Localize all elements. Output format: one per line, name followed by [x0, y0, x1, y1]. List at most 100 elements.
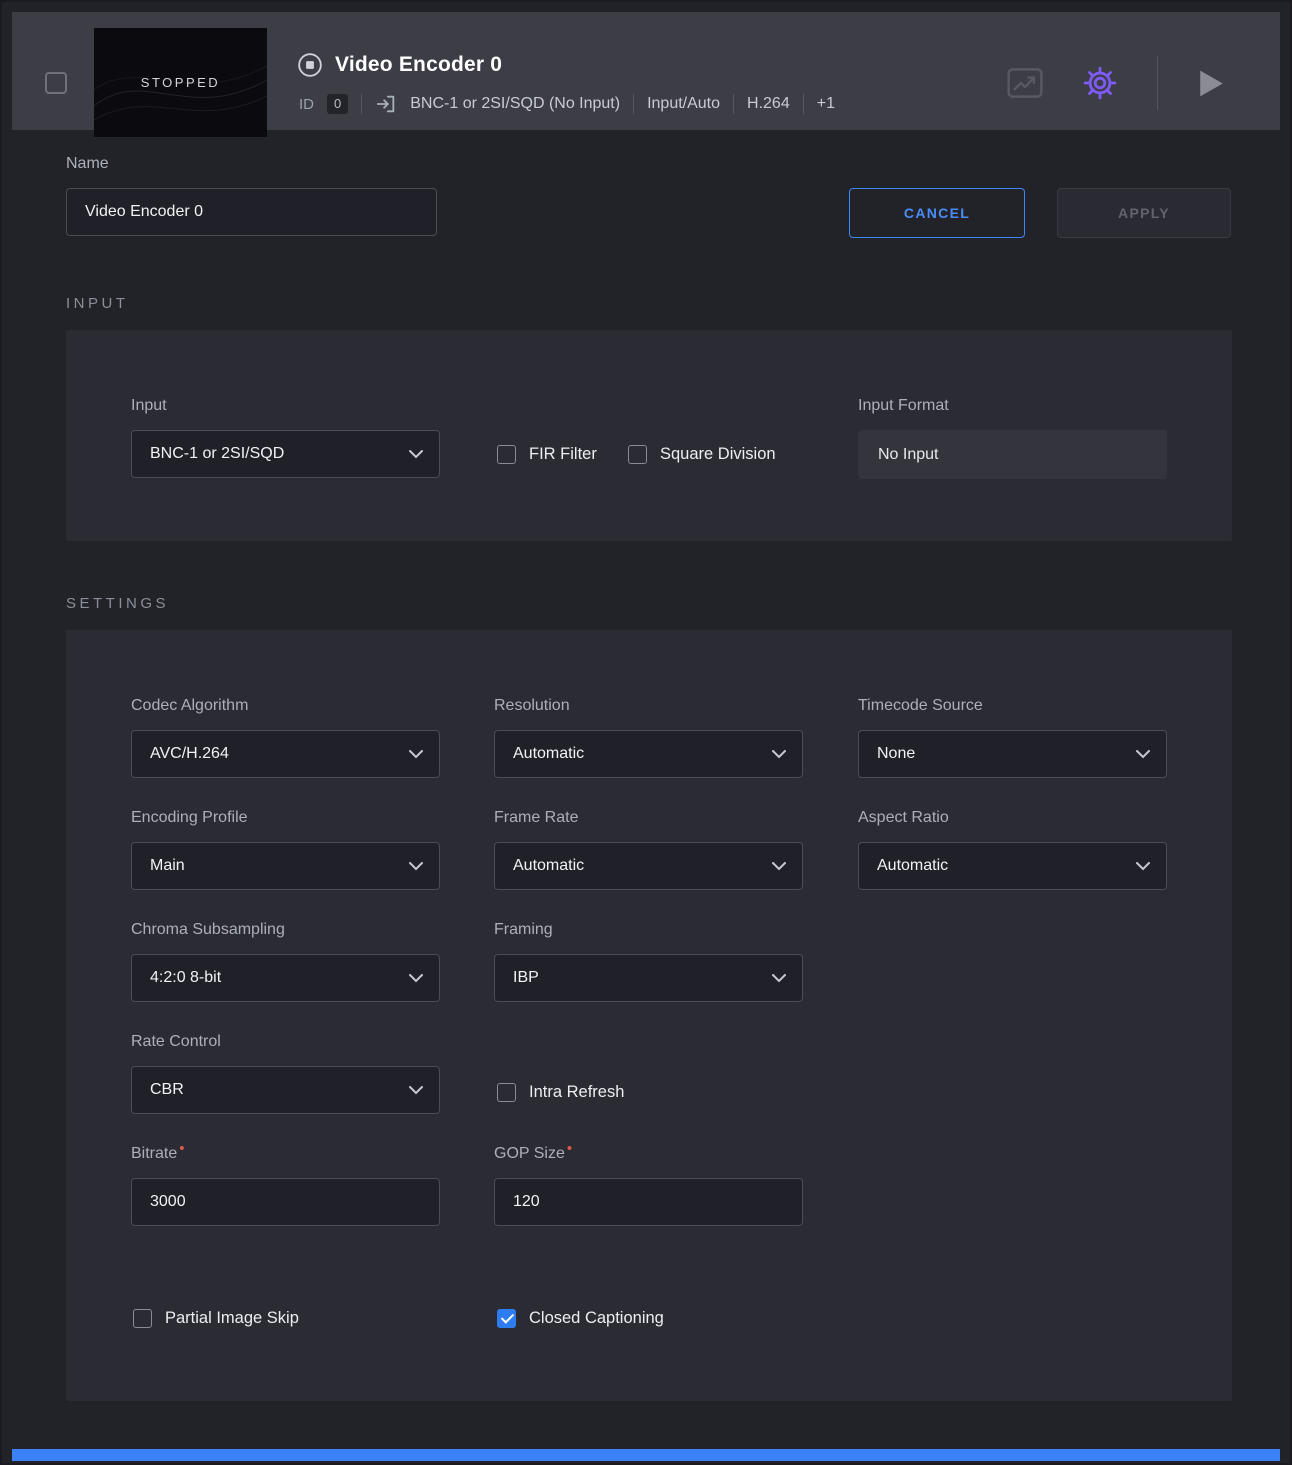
bitrate-field: Bitrate•	[131, 1145, 440, 1226]
id-label: ID	[299, 96, 314, 113]
gop-size-label: GOP Size	[494, 1145, 565, 1162]
input-select-value: BNC-1 or 2SI/SQD	[150, 445, 284, 463]
codec-algorithm-select[interactable]: AVC/H.264	[131, 730, 440, 778]
chevron-down-icon	[409, 750, 423, 759]
aspect-ratio-label: Aspect Ratio	[858, 809, 1167, 828]
intra-refresh-checkbox-item[interactable]: Intra Refresh	[497, 1080, 624, 1104]
name-input[interactable]	[66, 188, 437, 236]
framing-label: Framing	[494, 921, 803, 940]
rate-control-select[interactable]: CBR	[131, 1066, 440, 1114]
required-marker: •	[179, 1140, 184, 1157]
aspect-ratio-field: Aspect Ratio Automatic	[858, 809, 1167, 890]
chroma-subsampling-select[interactable]: 4:2:0 8-bit	[131, 954, 440, 1002]
input-section-heading: INPUT	[66, 295, 129, 312]
rate-control-value: CBR	[150, 1081, 184, 1099]
timecode-source-label: Timecode Source	[858, 697, 1167, 716]
timecode-source-field: Timecode Source None	[858, 697, 1167, 778]
vertical-divider	[1157, 56, 1158, 110]
input-format-field: Input Format No Input	[858, 397, 1167, 479]
bitrate-label-wrap: Bitrate•	[131, 1145, 440, 1164]
separator	[633, 94, 634, 114]
partial-image-skip-checkbox[interactable]	[133, 1309, 152, 1328]
bitrate-input[interactable]	[131, 1178, 440, 1226]
chevron-down-icon	[772, 974, 786, 983]
closed-captioning-checkbox-item[interactable]: Closed Captioning	[497, 1306, 664, 1330]
title-row: Video Encoder 0	[297, 52, 502, 78]
framing-select[interactable]: IBP	[494, 954, 803, 1002]
encoder-header: STOPPED Video Encoder 0 ID 0 BNC-1 or 2S…	[12, 12, 1280, 130]
chevron-down-icon	[409, 1086, 423, 1095]
input-summary: BNC-1 or 2SI/SQD (No Input)	[410, 95, 620, 113]
chevron-down-icon	[772, 862, 786, 871]
apply-button[interactable]: APPLY	[1057, 188, 1231, 238]
cancel-button[interactable]: CANCEL	[849, 188, 1025, 238]
codec-summary: H.264	[747, 95, 790, 113]
settings-button[interactable]	[1083, 66, 1117, 100]
id-badge: 0	[327, 94, 348, 114]
partial-image-skip-checkbox-item[interactable]: Partial Image Skip	[133, 1306, 299, 1330]
partial-image-skip-label[interactable]: Partial Image Skip	[165, 1309, 299, 1328]
input-select[interactable]: BNC-1 or 2SI/SQD	[131, 430, 440, 478]
resolution-label: Resolution	[494, 697, 803, 716]
stop-status-icon	[297, 52, 323, 78]
square-division-label[interactable]: Square Division	[660, 445, 776, 464]
input-format-label: Input Format	[858, 397, 1167, 416]
timecode-source-value: None	[877, 745, 915, 763]
more-summary: +1	[817, 95, 835, 113]
fir-filter-checkbox-item[interactable]: FIR Filter	[497, 442, 597, 466]
resolution-field: Resolution Automatic	[494, 697, 803, 778]
chevron-down-icon	[409, 450, 423, 459]
encoding-profile-value: Main	[150, 857, 185, 875]
frame-rate-label: Frame Rate	[494, 809, 803, 828]
encoder-config-page: STOPPED Video Encoder 0 ID 0 BNC-1 or 2S…	[0, 0, 1292, 1465]
framing-value: IBP	[513, 969, 539, 987]
codec-algorithm-field: Codec Algorithm AVC/H.264	[131, 697, 440, 778]
start-button[interactable]	[1198, 69, 1225, 98]
required-marker: •	[567, 1140, 572, 1157]
name-label: Name	[66, 155, 109, 173]
encoding-profile-field: Encoding Profile Main	[131, 809, 440, 890]
encoding-profile-select[interactable]: Main	[131, 842, 440, 890]
chroma-subsampling-value: 4:2:0 8-bit	[150, 969, 221, 987]
page-title: Video Encoder 0	[335, 53, 502, 77]
square-division-checkbox[interactable]	[628, 445, 647, 464]
play-icon	[1198, 69, 1225, 98]
gop-size-label-wrap: GOP Size•	[494, 1145, 803, 1164]
rate-control-field: Rate Control CBR	[131, 1033, 440, 1114]
bitrate-label: Bitrate	[131, 1145, 177, 1162]
stats-icon	[1007, 68, 1043, 98]
encoder-select-checkbox[interactable]	[45, 72, 67, 94]
gop-size-field: GOP Size•	[494, 1145, 803, 1226]
stats-button[interactable]	[1007, 68, 1043, 98]
gop-size-input[interactable]	[494, 1178, 803, 1226]
chevron-down-icon	[409, 974, 423, 983]
aspect-ratio-value: Automatic	[877, 857, 948, 875]
input-source-icon	[375, 93, 397, 115]
closed-captioning-label[interactable]: Closed Captioning	[529, 1309, 664, 1328]
timecode-source-select[interactable]: None	[858, 730, 1167, 778]
fir-filter-label[interactable]: FIR Filter	[529, 445, 597, 464]
frame-rate-field: Frame Rate Automatic	[494, 809, 803, 890]
closed-captioning-checkbox[interactable]	[497, 1309, 516, 1328]
separator	[803, 94, 804, 114]
square-division-checkbox-item[interactable]: Square Division	[628, 442, 776, 466]
chevron-down-icon	[1136, 862, 1150, 871]
stream-status-label: STOPPED	[141, 75, 220, 90]
separator	[733, 94, 734, 114]
aspect-ratio-select[interactable]: Automatic	[858, 842, 1167, 890]
header-actions	[1007, 24, 1225, 142]
fir-filter-checkbox[interactable]	[497, 445, 516, 464]
intra-refresh-checkbox[interactable]	[497, 1083, 516, 1102]
input-label: Input	[131, 397, 440, 416]
intra-refresh-label[interactable]: Intra Refresh	[529, 1083, 624, 1102]
resolution-select[interactable]: Automatic	[494, 730, 803, 778]
gear-icon	[1083, 66, 1117, 100]
preview-thumbnail: STOPPED	[94, 28, 267, 137]
codec-algorithm-label: Codec Algorithm	[131, 697, 440, 716]
frame-rate-select[interactable]: Automatic	[494, 842, 803, 890]
encoding-profile-label: Encoding Profile	[131, 809, 440, 828]
chroma-subsampling-field: Chroma Subsampling 4:2:0 8-bit	[131, 921, 440, 1002]
codec-algorithm-value: AVC/H.264	[150, 745, 229, 763]
separator	[361, 94, 362, 114]
chevron-down-icon	[1136, 750, 1150, 759]
